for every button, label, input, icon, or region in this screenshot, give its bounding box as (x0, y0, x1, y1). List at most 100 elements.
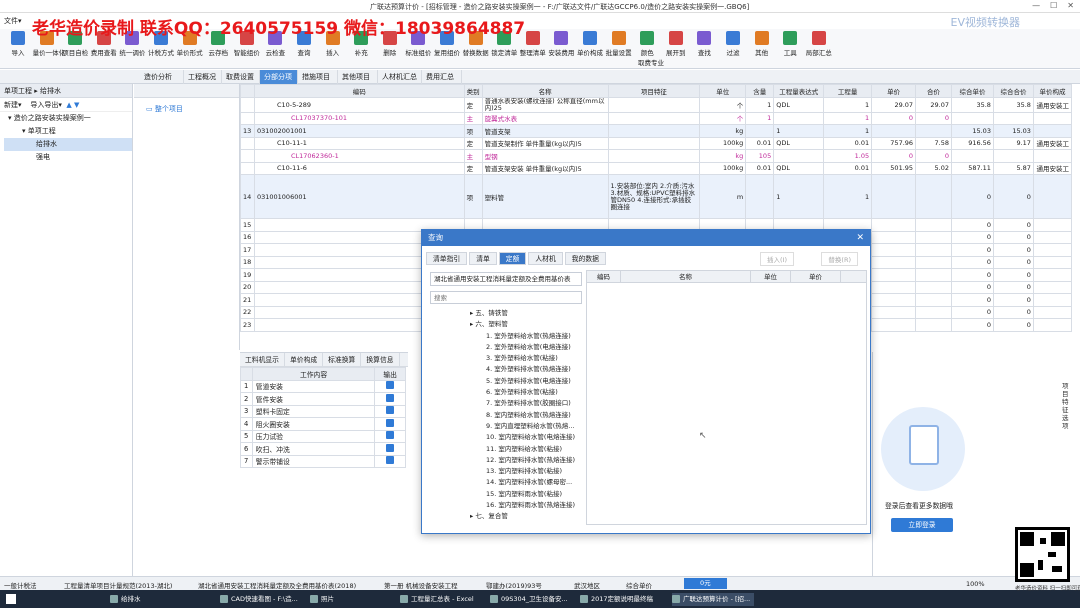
grid-col-header[interactable]: 含量 (745, 84, 775, 98)
grid-cell[interactable]: 0 (992, 293, 1034, 307)
grid-cell[interactable]: 主 (463, 111, 483, 125)
grid-cell[interactable] (871, 218, 917, 232)
taskbar-app[interactable]: CAD快速看图 - F:\造... (220, 593, 298, 606)
grid-cell[interactable]: kg (699, 149, 747, 163)
grid-cell[interactable] (871, 174, 917, 219)
grid-cell[interactable] (1032, 218, 1073, 232)
grid-cell[interactable]: kg (699, 124, 747, 138)
ribbon-button[interactable]: 工具 (776, 31, 804, 57)
quota-tree-item[interactable]: 13. 室内塑料排水管(粘接) (430, 466, 580, 477)
tab-6[interactable]: 人材机汇总 (378, 70, 422, 84)
grid-cell[interactable]: 项 (463, 124, 483, 138)
quota-tree-item[interactable]: ▸ 五、铸铁管 (430, 308, 580, 319)
taskbar-app[interactable]: 09S304_卫生设备安... (490, 593, 568, 606)
grid-cell[interactable]: 19 (240, 268, 255, 282)
grid-cell[interactable]: 通用安装工 (1032, 161, 1073, 175)
grid-cell[interactable] (915, 255, 952, 269)
grid-cell[interactable]: C10-11-6 (253, 161, 465, 175)
output-checkbox-cell[interactable] (374, 404, 406, 418)
tab-1[interactable]: 工程概况 (184, 70, 222, 84)
grid-cell[interactable] (992, 149, 1034, 163)
grid-cell[interactable] (240, 149, 255, 163)
grid-cell[interactable]: 15 (240, 218, 255, 232)
grid-cell[interactable]: 0.01 (745, 136, 775, 150)
grid-cell[interactable] (871, 243, 917, 257)
grid-cell[interactable]: QDL (773, 136, 825, 150)
maximize-icon[interactable]: ☐ (1050, 1, 1057, 10)
grid-cell[interactable]: 501.95 (871, 161, 917, 175)
grid-cell[interactable]: 5.87 (992, 161, 1034, 175)
quota-tree-item[interactable]: 14. 室内塑料排水管(螺母密... (430, 477, 580, 488)
grid-cell[interactable] (915, 230, 952, 244)
grid-cell[interactable] (1032, 149, 1073, 163)
table-row[interactable]: C10-5-289 定普通水表安装(螺纹连接) 公称直径(mm以内)25 个 1 QDL… (240, 96, 1073, 113)
grid-cell[interactable] (1032, 280, 1073, 294)
quota-tree-item[interactable]: 6. 室外塑料排水管(粘接) (430, 387, 580, 398)
dialog-tab[interactable]: 清单 (469, 252, 497, 265)
grid-cell[interactable] (1032, 255, 1073, 269)
quota-tree-item[interactable]: 9. 室内直埋塑料给水管(热熔... (430, 421, 580, 432)
table-row[interactable]: C10-11-6 定管道支架安装 单件重量(kg以内)5 100kg 0.01 QDL 0… (240, 161, 1073, 175)
ribbon-button[interactable]: 单价构成 (576, 31, 604, 57)
grid-col-header[interactable]: 工程量表达式 (773, 84, 825, 98)
login-button[interactable]: 立即登录 (891, 518, 953, 532)
work-content-cell[interactable]: 阻火圈安装 (251, 417, 376, 431)
quota-tree-item[interactable]: 7. 室外塑料排水管(胶圈接口) (430, 398, 580, 409)
grid-cell[interactable] (1032, 268, 1073, 282)
table-row[interactable]: 7 警示带铺设 (240, 454, 406, 468)
grid-cell[interactable] (773, 149, 825, 163)
grid-cell[interactable]: 20 (240, 280, 255, 294)
checkbox[interactable] (386, 431, 395, 440)
ribbon-button[interactable]: 其他 (748, 31, 776, 57)
quota-tree-item[interactable]: 10. 室内塑料给水管(电熔连接) (430, 432, 580, 443)
grid-cell[interactable] (1032, 111, 1073, 125)
grid-cell[interactable]: 031001006001 (253, 174, 465, 219)
grid-cell[interactable]: 0 (951, 280, 994, 294)
grid-cell[interactable]: 项 (463, 174, 483, 219)
table-row[interactable]: 6 吹扫、冲洗 (240, 442, 406, 456)
quota-tree-item[interactable]: 5. 室外塑料排水管(电熔连接) (430, 376, 580, 387)
grid-cell[interactable]: 0 (951, 243, 994, 257)
minimize-icon[interactable]: — (1032, 1, 1040, 10)
checkbox[interactable] (386, 418, 395, 427)
tab-0[interactable]: 造价分析 (140, 70, 184, 84)
grid-cell[interactable] (240, 136, 255, 150)
grid-cell[interactable] (1032, 174, 1073, 219)
detail-tab[interactable]: 换算信息 (361, 353, 400, 366)
grid-cell[interactable]: 14 (240, 174, 255, 219)
grid-cell[interactable]: 16 (240, 230, 255, 244)
grid-cell[interactable]: 0 (992, 280, 1034, 294)
work-content-cell[interactable]: 吹扫、冲洗 (251, 442, 376, 456)
quota-tree-item[interactable]: 12. 室内塑料排水管(热熔连接) (430, 455, 580, 466)
table-row[interactable]: 3 塑料卡固定 (240, 404, 406, 418)
insert-button[interactable]: 插入(I) (760, 252, 794, 266)
output-checkbox-cell[interactable] (374, 442, 406, 456)
detail-tab[interactable]: 工料机显示 (240, 353, 285, 366)
grid-cell[interactable]: 17 (240, 243, 255, 257)
dialog-tab[interactable]: 定额 (498, 252, 527, 265)
grid-cell[interactable]: 35.8 (992, 96, 1034, 113)
ribbon-button[interactable]: 导入 (4, 31, 32, 57)
grid-cell[interactable]: 通用安装工 (1032, 96, 1073, 113)
work-content-cell[interactable]: 管件安装 (251, 392, 376, 406)
grid-cell[interactable]: QDL (773, 161, 825, 175)
table-row[interactable]: 13 031002001001 项管道支架 kg 1 1 15.03 15.03 (240, 124, 1073, 138)
work-content-cell[interactable]: 塑料卡固定 (251, 404, 376, 418)
tree-node[interactable]: 强电 (4, 151, 132, 164)
grid-cell[interactable]: 100kg (699, 136, 747, 150)
grid-cell[interactable] (915, 293, 952, 307)
output-checkbox-cell[interactable] (374, 417, 406, 431)
quota-tree-item[interactable]: 8. 室内塑料给水管(热熔连接) (430, 410, 580, 421)
import-export-button[interactable]: 导入导出▾ (30, 101, 62, 109)
grid-cell[interactable]: 100kg (699, 161, 747, 175)
table-row[interactable]: 14 031001006001 项塑料管 1.安装部位:室内 2.介质:污水 3.材质… (240, 174, 1073, 219)
grid-cell[interactable] (607, 124, 701, 138)
table-row[interactable]: 2 管件安装 (240, 392, 406, 406)
grid-cell[interactable]: 管道支架安装 单件重量(kg以内)5 (481, 161, 609, 175)
grid-cell[interactable] (1032, 230, 1073, 244)
grid-cell[interactable]: 0 (915, 149, 952, 163)
grid-cell[interactable]: 1 (773, 124, 825, 138)
grid-cell[interactable]: 0 (915, 111, 952, 125)
detail-tab[interactable]: 单价构成 (285, 353, 324, 366)
grid-cell[interactable] (1032, 318, 1073, 332)
